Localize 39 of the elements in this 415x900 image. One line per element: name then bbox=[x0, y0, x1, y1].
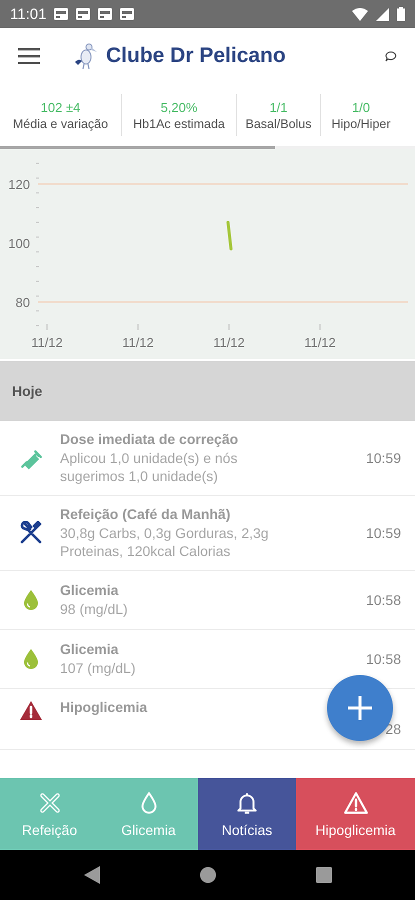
x-tick-label: 11/12 bbox=[31, 335, 63, 350]
entry-title: Dose imediata de correção bbox=[60, 431, 240, 447]
nav-button[interactable]: Glicemia bbox=[99, 778, 198, 850]
y-tick-label: 80 bbox=[16, 295, 30, 310]
nav-button[interactable]: Refeição bbox=[0, 778, 99, 850]
stat-label: Hipo/Hiper bbox=[331, 116, 391, 130]
section-title: Hoje bbox=[12, 383, 42, 399]
entry-time: 28 bbox=[385, 721, 401, 737]
x-tick-label: 11/12 bbox=[304, 335, 336, 350]
nav-button[interactable]: Hipoglicemia bbox=[296, 778, 415, 850]
entry-detail: 107 (mg/dL) bbox=[60, 659, 136, 677]
entry-title: Glicemia bbox=[60, 582, 120, 598]
clock-time: 11:01 bbox=[10, 6, 46, 22]
stat-label: Média e variação bbox=[12, 116, 108, 130]
entry-time: 10:59 bbox=[366, 525, 401, 541]
nav-button[interactable]: Notícias bbox=[198, 778, 296, 850]
entry-title: Glicemia bbox=[60, 641, 120, 657]
log-entry[interactable]: Glicemia 98 (mg/dL) 10:58 bbox=[0, 571, 415, 630]
stat-value: 1/0 bbox=[352, 100, 370, 114]
entry-detail: 30,8g Carbs, 0,3g Gorduras, 2,3g Proteinas, 120kcal Calorias bbox=[60, 524, 270, 560]
stat-label: Hb1Ac estimada bbox=[133, 116, 225, 130]
entry-time: 10:58 bbox=[366, 651, 401, 667]
y-tick-label: 120 bbox=[8, 177, 30, 192]
log-entry[interactable]: Dose imediata de correção Aplicou 1,0 unidade(s) e nós sugerimos 1,0 unidade(s) 10:59 bbox=[0, 421, 415, 496]
entry-detail: Aplicou 1,0 unidade(s) e nós sugerimos 1,0 unidade(s) bbox=[60, 449, 238, 485]
x-tick-label: 11/12 bbox=[213, 335, 245, 350]
entry-title: Refeição (Café da Manhã) bbox=[60, 506, 232, 522]
stat-value: 5,20% bbox=[160, 100, 198, 114]
stat-label: Basal/Bolus bbox=[245, 116, 312, 130]
entry-title: Hipoglicemia bbox=[60, 699, 148, 715]
x-tick-label: 11/12 bbox=[122, 335, 154, 350]
app-title: Clube Dr Pelicano bbox=[106, 44, 286, 68]
entry-detail: 98 (mg/dL) bbox=[60, 600, 129, 618]
y-tick-label: 100 bbox=[8, 236, 30, 251]
stat-value: 1/1 bbox=[269, 100, 288, 114]
entry-time: 10:59 bbox=[366, 450, 401, 466]
stat-value: 102 ±4 bbox=[40, 100, 80, 114]
log-entry[interactable]: Refeição (Café da Manhã) 30,8g Carbs, 0,3g Gorduras, 2,3g Proteinas, 120kcal Calorias 10:59 bbox=[0, 496, 415, 571]
entry-time: 10:58 bbox=[366, 592, 401, 608]
